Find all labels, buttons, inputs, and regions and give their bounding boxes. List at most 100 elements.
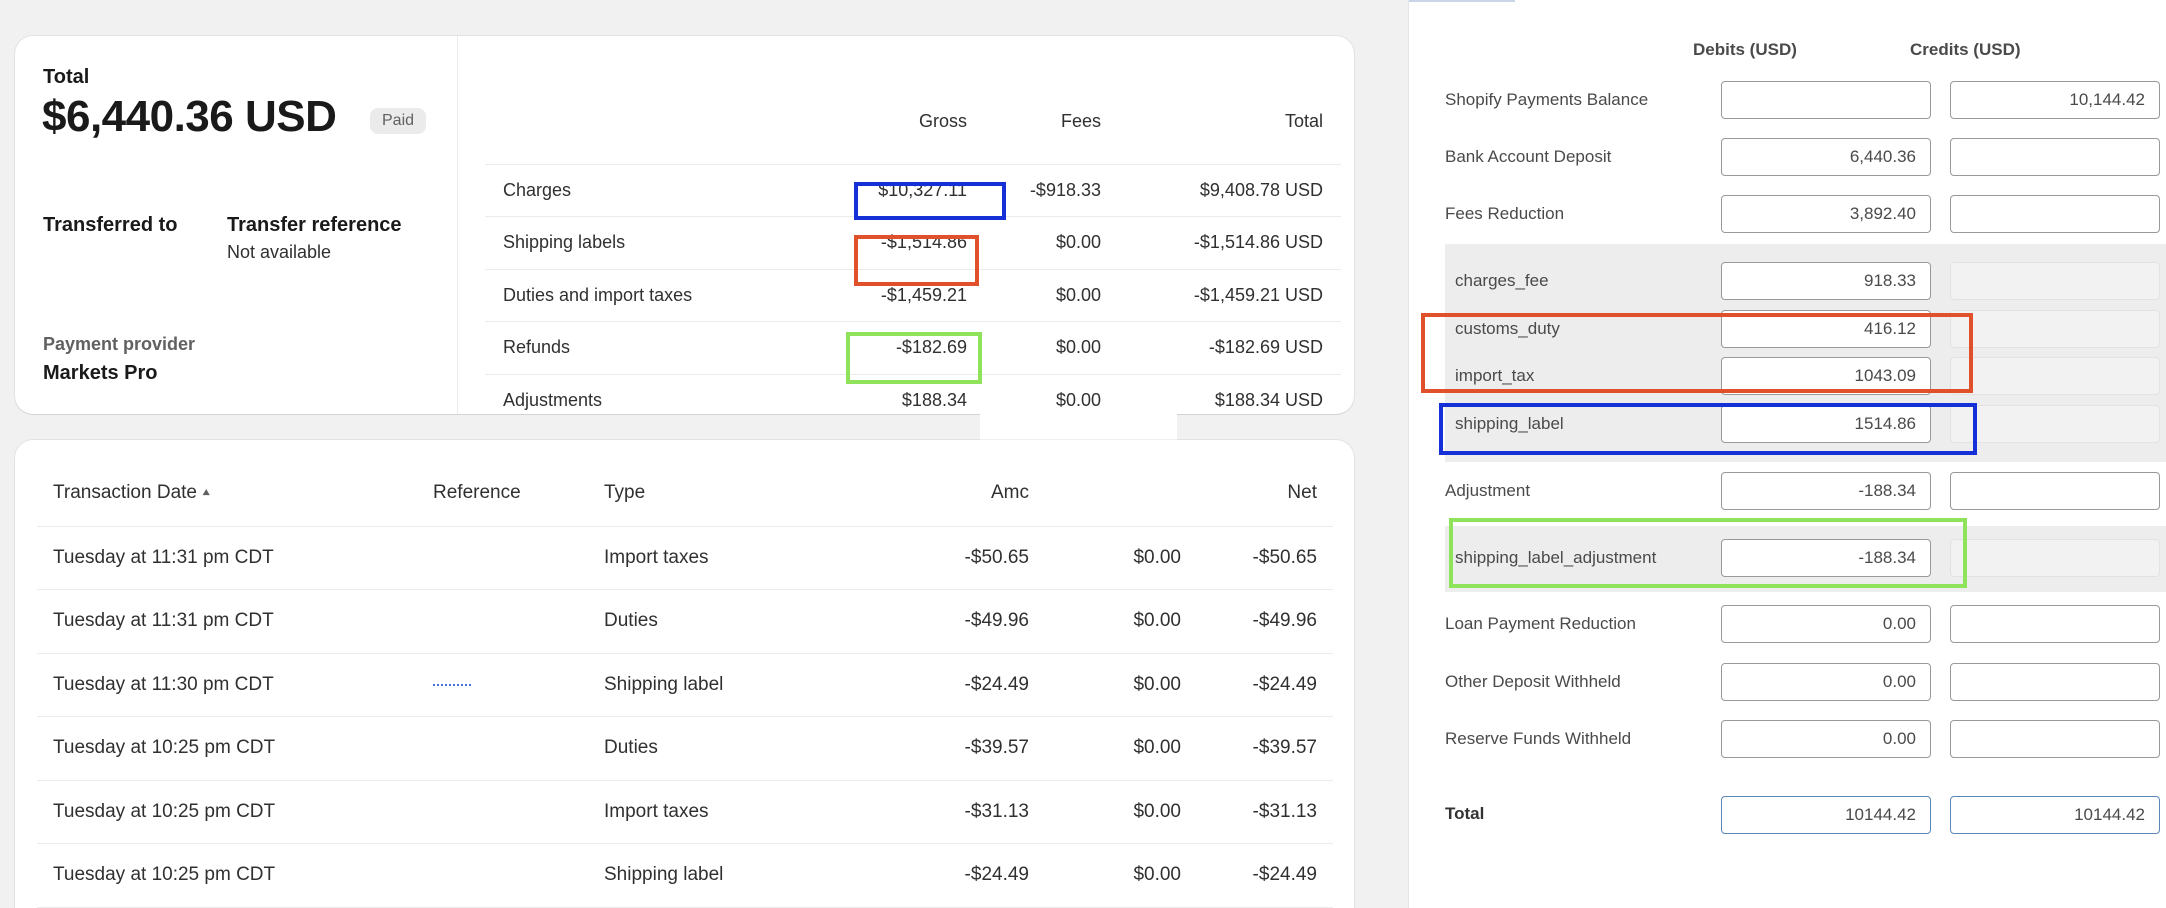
transaction-date-cell: Tuesday at 11:30 pm CDT [37,653,417,717]
column-header-label: Transaction Date [53,481,197,503]
fees-reduction-credit-input[interactable] [1950,195,2160,233]
column-header-reference: Reference [417,460,588,527]
fees-cell: $0.00 [985,216,1119,269]
net-cell: -$39.57 [1197,716,1333,781]
shopify-balance-label: Shopify Payments Balance [1445,90,1649,109]
column-header-net: Net [1197,460,1333,527]
reserve-funds-label: Reserve Funds Withheld [1445,729,1632,748]
transfer-reference-value: Not available [227,242,332,262]
adjustment-label: Adjustment [1445,481,1531,500]
adjustment-debit-input[interactable]: -188.34 [1721,472,1931,510]
table-row[interactable]: Tuesday at 10:25 pm CDT Duties -$39.57 $… [37,716,1333,781]
fees-cell: $0.00 [985,268,1119,322]
amount-cell: -$49.96 [887,589,1045,654]
reference-cell[interactable] [417,526,588,590]
gross-cell: -$1,459.21 [805,268,985,322]
bank-deposit-debit-input[interactable]: 6,440.36 [1721,138,1931,176]
column-header-type: Type [588,460,887,527]
net-cell: -$24.49 [1197,653,1333,717]
other-deposit-label: Other Deposit Withheld [1445,672,1621,691]
type-cell: Shipping label [588,653,887,717]
other-deposit-credit-input[interactable] [1950,663,2160,701]
table-row[interactable]: Tuesday at 10:25 pm CDT Shipping label -… [37,843,1333,908]
bank-deposit-credit-input[interactable] [1950,138,2160,176]
loan-payment-label: Loan Payment Reduction [1445,614,1636,633]
payment-provider-label: Payment provider [43,334,196,354]
loan-payment-credit-input[interactable] [1950,605,2160,643]
type-cell: Import taxes [588,780,887,844]
table-row[interactable]: Tuesday at 10:25 pm CDT Import taxes -$3… [37,780,1333,844]
shipping-label-adjustment-label: shipping_label_adjustment [1455,548,1657,567]
adjustment-credit-input[interactable] [1950,472,2160,510]
fee-cell: $0.00 [1045,780,1197,844]
reserve-funds-credit-input[interactable] [1950,720,2160,758]
fee-cell: $0.00 [1045,843,1197,908]
type-cell: Duties [588,589,887,654]
column-header-gross: Gross [918,111,967,132]
reference-cell[interactable] [417,653,588,717]
table-row: Adjustments $188.34 $0.00 $188.34 USD [485,373,1341,414]
reference-cell[interactable] [417,716,588,781]
shipping-label-debit-input[interactable]: 1514.86 [1721,405,1931,443]
reference-cell[interactable] [417,589,588,654]
table-row[interactable]: Tuesday at 11:31 pm CDT Import taxes -$5… [37,526,1333,590]
amount-cell: -$31.13 [887,780,1045,844]
redaction-patch [980,410,1177,440]
type-cell: Shipping label [588,843,887,908]
total-cell: -$182.69 USD [1119,321,1341,374]
transaction-date-cell: Tuesday at 11:31 pm CDT [37,589,417,654]
amount-cell: -$24.49 [887,843,1045,908]
total-cell: $188.34 USD [1119,373,1341,414]
shipping-label-adjustment-credit-input [1950,539,2160,577]
other-deposit-debit-input[interactable]: 0.00 [1721,663,1931,701]
gross-cell: -$1,514.86 [805,216,985,269]
import-tax-debit-input[interactable]: 1043.09 [1721,357,1931,395]
payout-breakdown-table: Gross Fees Total Charges $10,327.11 -$91… [485,80,1341,414]
charges-fee-debit-input[interactable]: 918.33 [1721,262,1931,300]
row-label: Charges [485,163,805,217]
customs-duty-label: customs_duty [1455,319,1560,338]
fees-reduction-debit-input[interactable]: 3,892.40 [1721,195,1931,233]
sort-icon[interactable]: ⯅︎ [201,485,211,501]
reference-link[interactable] [433,683,471,686]
shipping-label-label: shipping_label [1455,414,1564,433]
shopify-balance-debit-input[interactable] [1721,81,1931,119]
loan-payment-debit-input[interactable]: 0.00 [1721,605,1931,643]
charges-fee-label: charges_fee [1455,271,1549,290]
shipping-label-adjustment-debit-input[interactable]: -188.34 [1721,539,1931,577]
amount-cell: -$50.65 [887,526,1045,590]
customs-duty-credit-input [1950,310,2160,348]
customs-duty-debit-input[interactable]: 416.12 [1721,310,1931,348]
status-badge: Paid [370,108,427,134]
amount-cell: -$24.49 [887,653,1045,717]
fee-cell: $0.00 [1045,526,1197,590]
table-row[interactable]: Tuesday at 11:31 pm CDT Duties -$49.96 $… [37,589,1333,654]
debits-column-header: Debits (USD) [1693,40,1797,59]
payout-overview: Total $6,440.36 USD Paid Transferred to … [15,36,458,414]
reference-cell[interactable] [417,843,588,908]
row-label: Adjustments [485,373,805,414]
reference-cell[interactable] [417,780,588,844]
row-label: Refunds [485,321,805,374]
table-row: Duties and import taxes -$1,459.21 $0.00… [485,268,1341,322]
payment-provider-value: Markets Pro [43,362,158,384]
total-label: Total [43,66,90,88]
charges-fee-credit-input [1950,262,2160,300]
transaction-date-cell: Tuesday at 10:25 pm CDT [37,780,417,844]
row-label: Duties and import taxes [485,268,805,322]
column-header-transaction-date[interactable]: Transaction Date ⯅︎ [37,460,417,527]
type-cell: Duties [588,716,887,781]
shopify-balance-credit-input[interactable]: 10,144.42 [1950,81,2160,119]
net-cell: -$24.49 [1197,843,1333,908]
transfer-reference-label: Transfer reference [227,214,402,236]
bank-deposit-label: Bank Account Deposit [1445,147,1612,166]
transactions-table: Transaction Date ⯅︎ Reference Type Amc Ne… [37,460,1333,908]
transaction-date-cell: Tuesday at 10:25 pm CDT [37,843,417,908]
table-row[interactable]: Tuesday at 11:30 pm CDT Shipping label -… [37,653,1333,717]
amount-cell: -$39.57 [887,716,1045,781]
import-tax-credit-input [1950,357,2160,395]
reserve-funds-debit-input[interactable]: 0.00 [1721,720,1931,758]
transferred-to-label: Transferred to [43,214,178,236]
journal-total-label: Total [1445,804,1485,823]
total-debit-input: 10144.42 [1721,796,1931,834]
